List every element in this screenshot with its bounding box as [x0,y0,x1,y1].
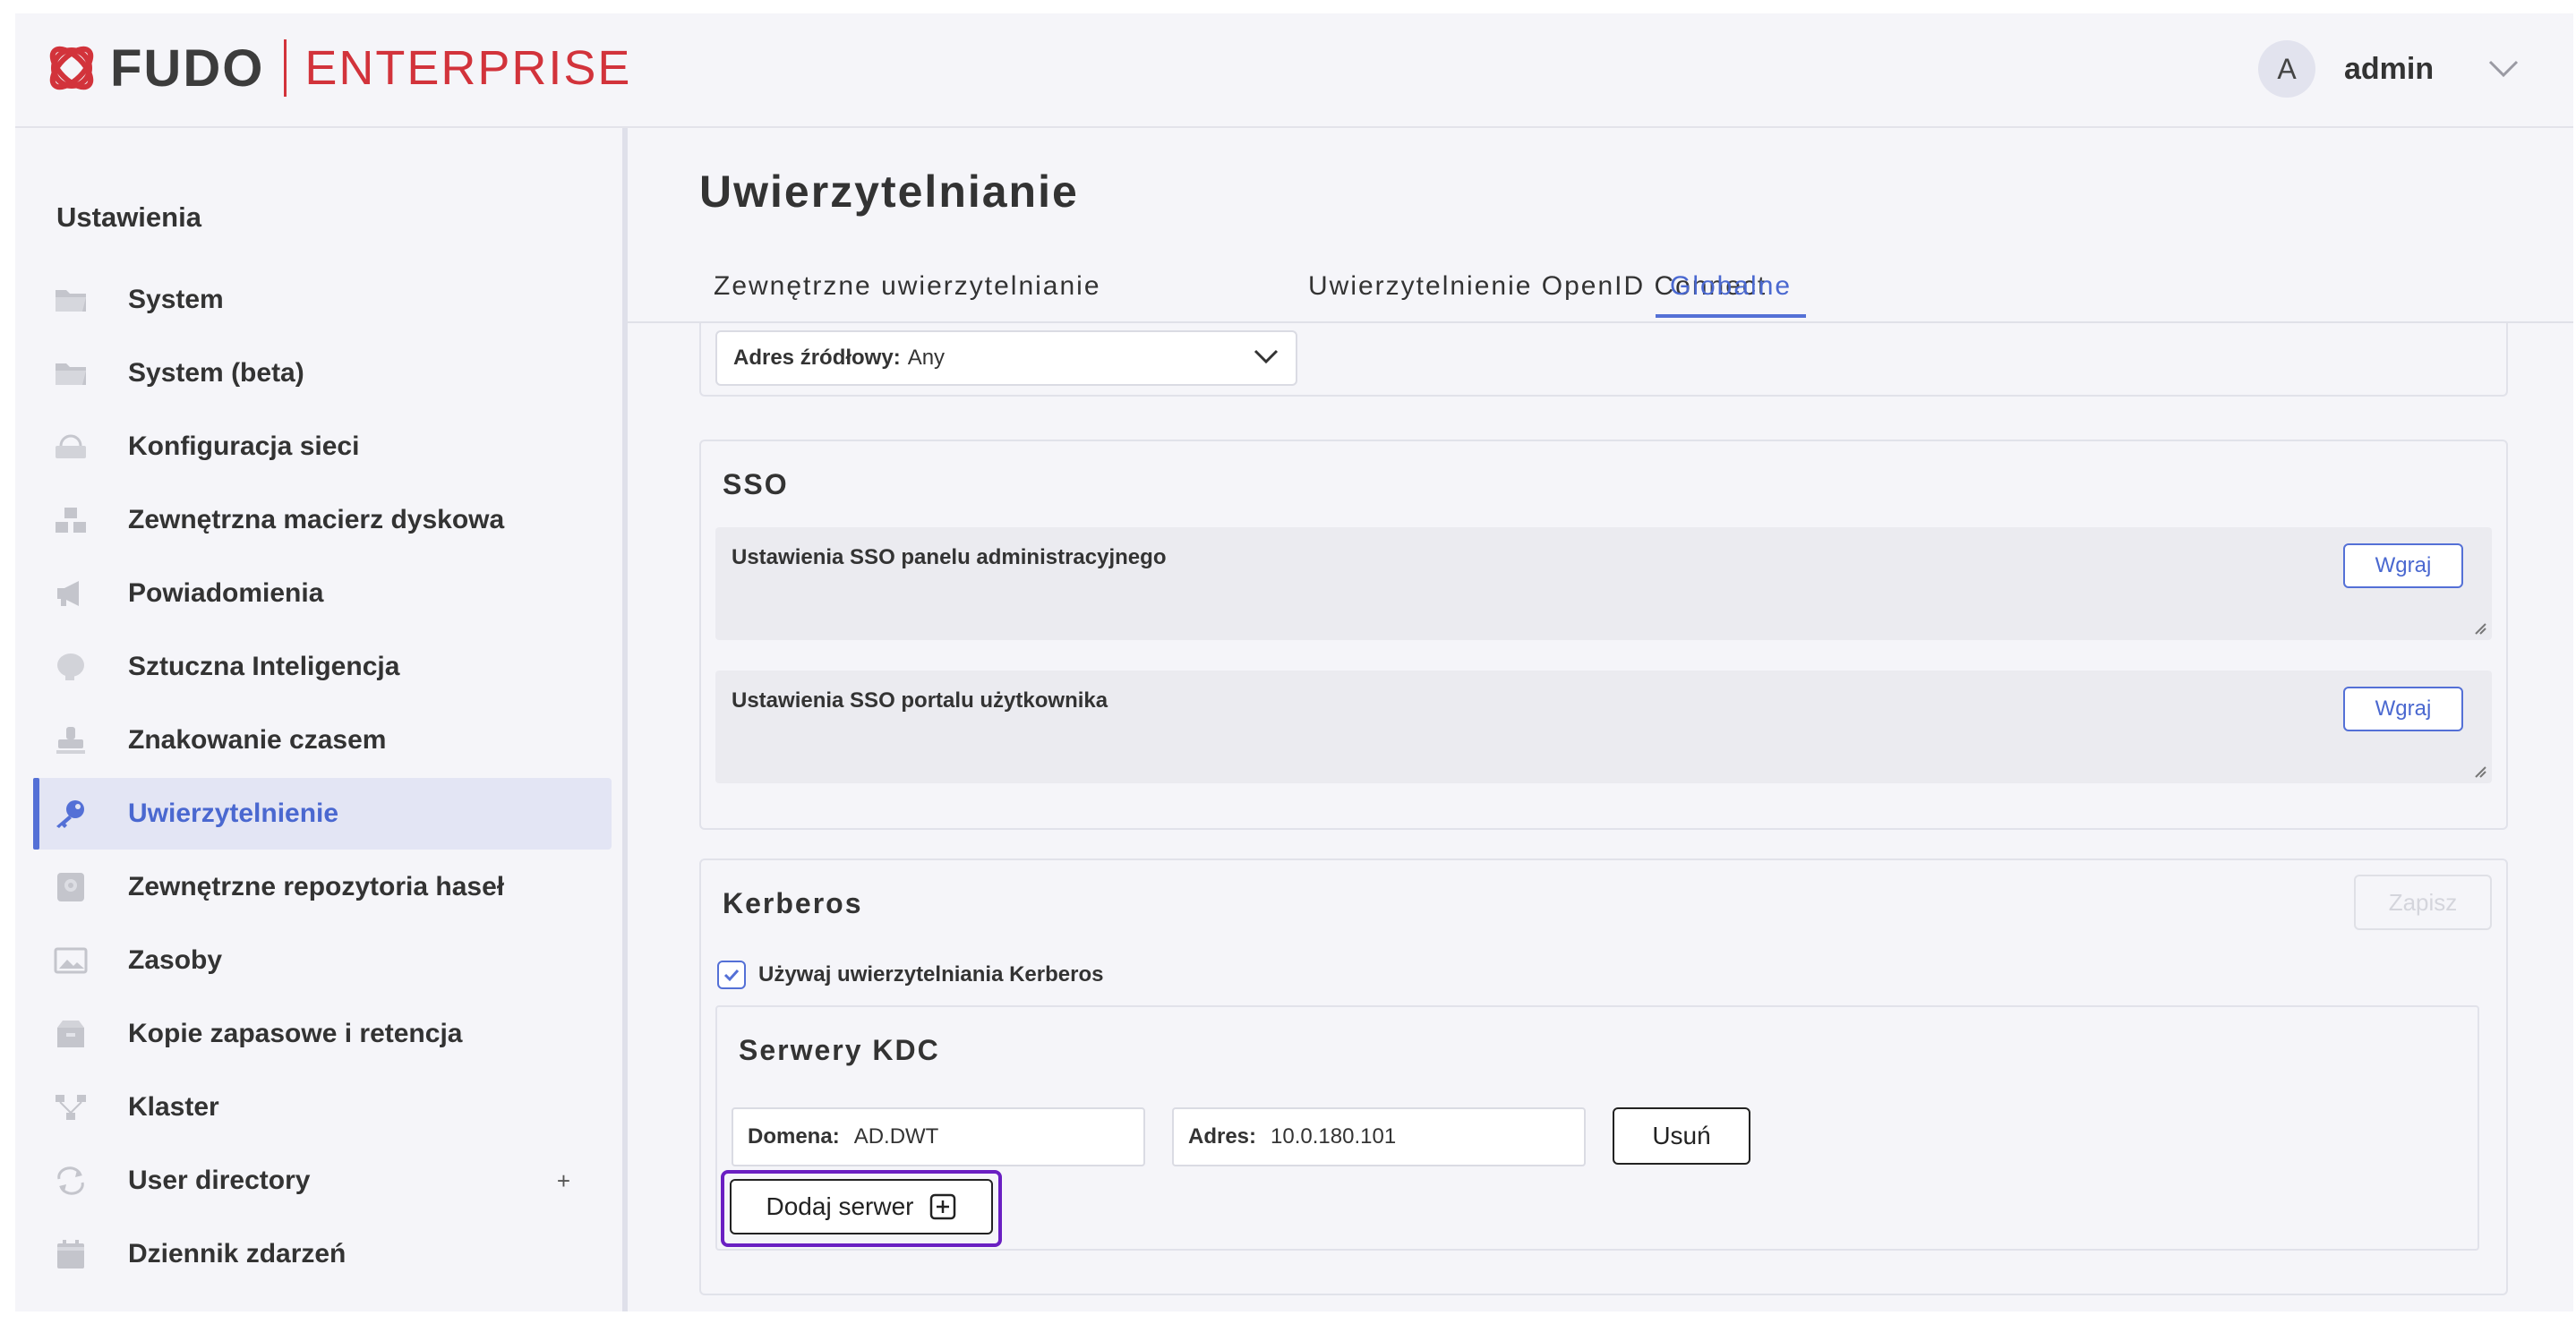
resize-handle-icon[interactable] [2474,765,2486,778]
source-address-label: Adres źródłowy: [733,346,901,370]
kdc-servers-title: Serwery KDC [739,1034,940,1066]
source-address-select[interactable]: Adres źródłowy: Any [715,330,1297,386]
sso-admin-panel-textarea[interactable]: Ustawienia SSO panelu administracyjnego … [715,527,2492,640]
sso-user-portal-textarea[interactable]: Ustawienia SSO portalu użytkownika Wgraj [715,671,2492,783]
tab-bar: Zewnętrzne uwierzytelnianie Uwierzytelni… [628,253,2573,323]
kerberos-title: Kerberos [723,887,863,919]
folder-icon [53,357,89,389]
use-kerberos-checkbox[interactable] [717,961,746,989]
sidebar-item-label: Znakowanie czasem [128,725,387,755]
plus-box-icon [930,1193,956,1220]
sidebar-item-label: Sztuczna Inteligencja [128,652,400,681]
key-icon [53,798,89,830]
sso-admin-panel-label: Ustawienia SSO panelu administracyjnego [732,545,1167,569]
address-field[interactable]: Adres: 10.0.180.101 [1172,1107,1586,1166]
sidebar-item-label: Zasoby [128,945,223,975]
sidebar-item-label: Zewnętrzne repozytoria haseł [128,872,505,901]
sidebar-item-backups[interactable]: Kopie zapasowe i retencja [33,998,612,1070]
sidebar-item-notifications[interactable]: Powiadomienia [33,558,612,629]
storage-icon [53,504,89,536]
chevron-down-icon[interactable] [1253,348,1279,364]
logo-divider [284,39,287,97]
checkmark-icon [723,969,740,982]
use-kerberos-label: Używaj uwierzytelniania Kerberos [758,962,1104,987]
sync-icon [53,1165,89,1197]
main-content: Uwierzytelnianie Zewnętrzne uwierzytelni… [628,128,2573,1311]
user-menu[interactable]: A admin [2258,40,2520,98]
sidebar-item-label: Klaster [128,1092,219,1122]
sso-panel: SSO Ustawienia SSO panelu administracyjn… [699,440,2508,830]
sidebar-item-network[interactable]: Konfiguracja sieci [33,411,612,483]
address-label: Adres: [1188,1124,1257,1149]
sidebar-item-label: Kopie zapasowe i retencja [128,1019,463,1048]
sidebar-item-storage[interactable]: Zewnętrzna macierz dyskowa [33,484,612,556]
backup-icon [53,1018,89,1050]
top-bar: FUDO ENTERPRISE A admin [15,13,2573,128]
vault-icon [53,871,89,903]
sidebar-item-label: Zewnętrzna macierz dyskowa [128,505,505,534]
use-kerberos-checkbox-row[interactable]: Używaj uwierzytelniania Kerberos [717,961,1103,989]
sidebar-item-cluster[interactable]: Klaster [33,1072,612,1143]
add-server-button[interactable]: Dodaj serwer [730,1179,993,1234]
app-window: FUDO ENTERPRISE A admin Ustawienia Syste… [15,13,2573,1311]
logo-text-enterprise: ENTERPRISE [304,41,632,95]
sidebar-item-label: User directory [128,1166,311,1195]
sidebar-item-password-vaults[interactable]: Zewnętrzne repozytoria haseł [33,851,612,923]
network-icon [53,431,89,463]
fudo-logo[interactable]: FUDO ENTERPRISE [42,37,631,99]
sidebar-item-system-beta[interactable]: System (beta) [33,337,612,409]
resize-handle-icon[interactable] [2474,622,2486,635]
image-icon [53,944,89,977]
brain-icon [53,651,89,683]
folder-icon [53,284,89,316]
domain-value: AD.DWT [853,1124,939,1149]
sidebar-item-timestamping[interactable]: Znakowanie czasem [33,705,612,776]
sidebar-item-system[interactable]: System [33,264,612,336]
sidebar: Ustawienia System System (beta) Konfigur… [15,128,628,1311]
sidebar-item-label: Powiadomienia [128,578,324,608]
logo-text-fudo: FUDO [110,38,265,98]
avatar[interactable]: A [2258,40,2315,98]
remove-server-button[interactable]: Usuń [1613,1107,1750,1165]
sidebar-nav: System System (beta) Konfiguracja sieci … [33,264,612,1292]
add-server-label: Dodaj serwer [766,1192,914,1220]
source-address-value: Any [907,346,946,370]
sidebar-item-label: Uwierzytelnienie [128,799,339,828]
source-address-panel: Adres źródłowy: Any [699,323,2508,397]
sidebar-item-ai[interactable]: Sztuczna Inteligencja [33,631,612,703]
tab-external-auth[interactable]: Zewnętrzne uwierzytelnianie [714,271,1101,314]
expand-plus-icon[interactable]: + [557,1167,570,1195]
sidebar-item-label: System (beta) [128,358,304,388]
sidebar-item-label: Konfiguracja sieci [128,431,360,461]
sso-title: SSO [723,468,789,500]
sidebar-item-event-log[interactable]: Dziennik zdarzeń [33,1218,612,1290]
upload-admin-sso-button[interactable]: Wgraj [2343,543,2463,588]
cluster-icon [53,1091,89,1123]
stamp-icon [53,724,89,756]
fudo-logo-icon [49,46,94,90]
sidebar-item-label: Dziennik zdarzeń [128,1239,347,1268]
upload-user-sso-button[interactable]: Wgraj [2343,687,2463,731]
save-button[interactable]: Zapisz [2354,875,2492,930]
page-title: Uwierzytelnianie [699,167,1079,217]
sidebar-item-resources[interactable]: Zasoby [33,925,612,996]
address-value: 10.0.180.101 [1271,1124,1397,1149]
calendar-icon [53,1238,89,1270]
sidebar-title: Ustawienia [56,201,201,233]
sso-user-portal-label: Ustawienia SSO portalu użytkownika [732,688,1108,713]
megaphone-icon [53,577,89,610]
tab-global[interactable]: Globalne [1656,271,1807,318]
chevron-down-icon[interactable] [2487,59,2520,79]
sidebar-item-label: System [128,285,224,314]
kdc-servers-section: Serwery KDC Domena: AD.DWT Adres: 10.0.1… [715,1005,2479,1251]
sidebar-item-authentication[interactable]: Uwierzytelnienie [33,778,612,850]
user-name[interactable]: admin [2344,52,2487,87]
domain-field[interactable]: Domena: AD.DWT [732,1107,1145,1166]
domain-label: Domena: [748,1124,840,1149]
kerberos-panel: Kerberos Zapisz Używaj uwierzytelniania … [699,858,2508,1295]
sidebar-item-user-directory[interactable]: User directory + [33,1145,612,1217]
